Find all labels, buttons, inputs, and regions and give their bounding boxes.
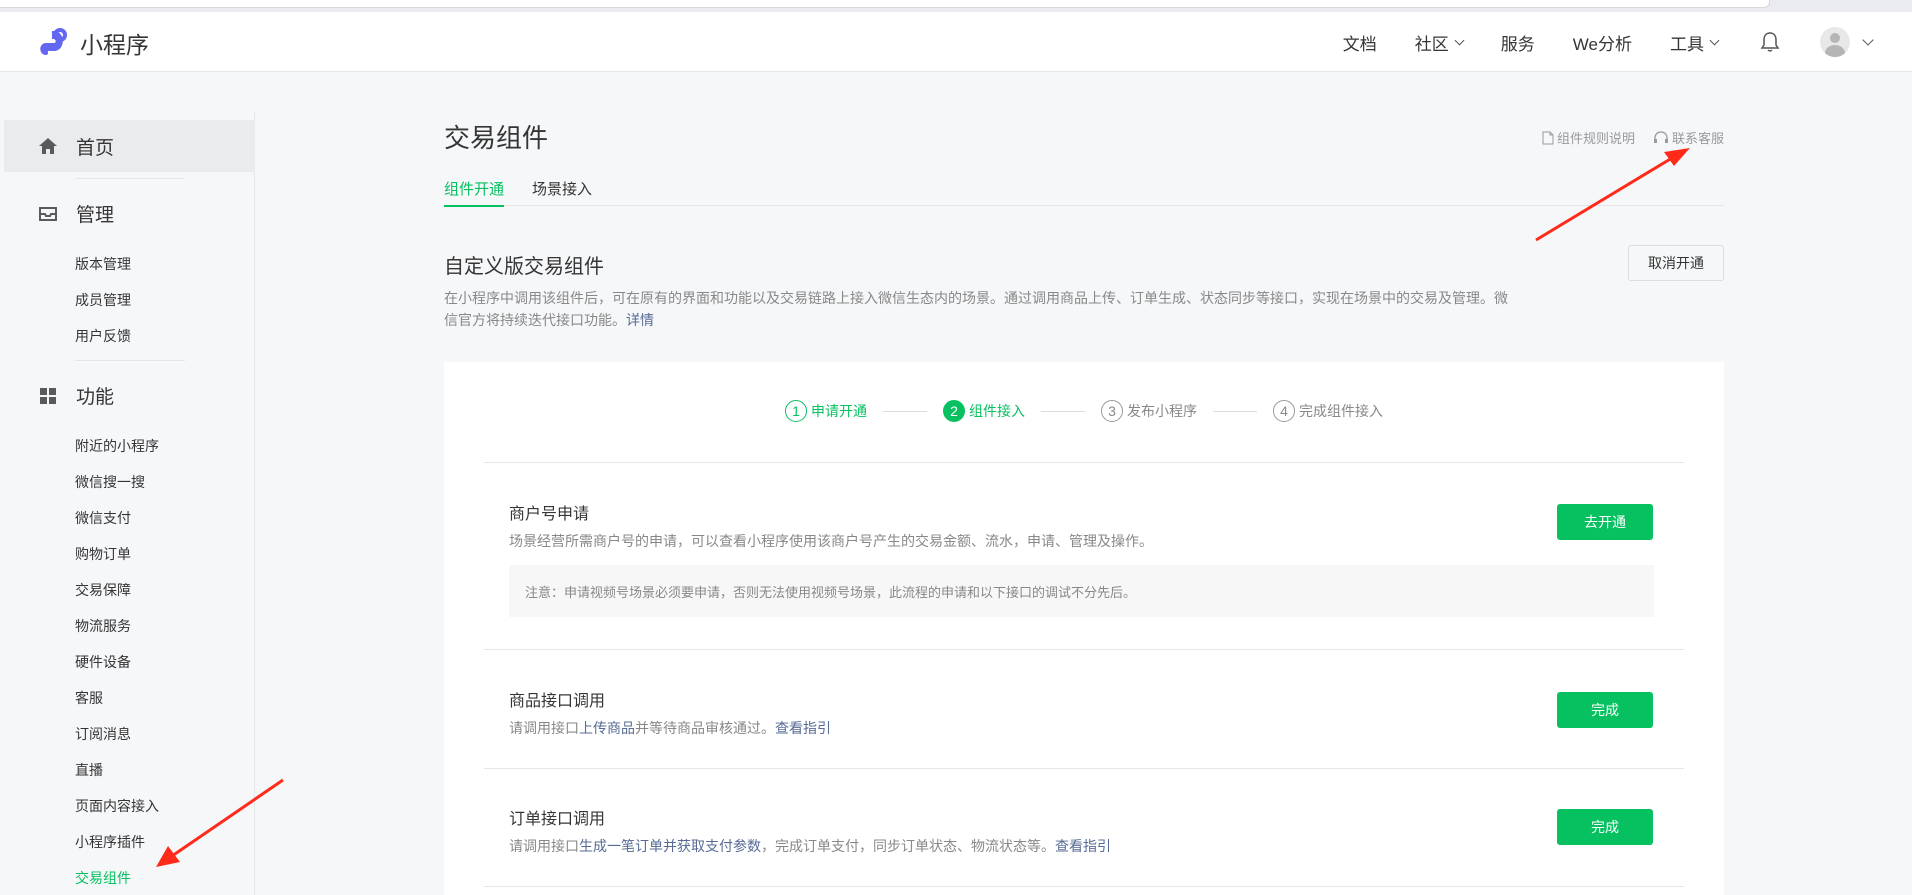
- sidebar-section-label: 管理: [76, 205, 115, 226]
- inbox-icon: [39, 206, 57, 221]
- create-order-link[interactable]: 生成一笔订单并获取支付参数: [579, 838, 761, 854]
- grid-icon: [40, 387, 56, 404]
- product-done-button[interactable]: 完成: [1557, 692, 1653, 728]
- sidebar-item-version[interactable]: 版本管理: [75, 254, 131, 274]
- tab-bar: 组件开通 场景接入: [444, 176, 1724, 207]
- step-connector: [1213, 410, 1257, 412]
- step-1: 1 申请开通: [785, 400, 867, 422]
- step-connector: [883, 410, 927, 412]
- sidebar-item-trade-component[interactable]: 交易组件: [75, 868, 131, 888]
- order-api-title: 订单接口调用: [509, 811, 606, 828]
- go-open-button[interactable]: 去开通: [1557, 504, 1653, 540]
- upload-product-link[interactable]: 上传商品: [579, 720, 635, 736]
- sidebar-item-live[interactable]: 直播: [75, 760, 103, 780]
- sidebar-item-members[interactable]: 成员管理: [75, 290, 131, 310]
- sidebar-item-pay[interactable]: 微信支付: [75, 508, 131, 528]
- progress-steps: 1 申请开通 2 组件接入 3 发布小程序 4 完成组件接入: [444, 400, 1724, 422]
- product-api-desc: 请调用接口上传商品并等待商品审核通过。查看指引: [509, 720, 831, 736]
- brand-logo[interactable]: 小程序: [38, 26, 149, 60]
- section-title: 自定义版交易组件: [444, 256, 604, 278]
- nav-docs[interactable]: 文档: [1343, 30, 1377, 55]
- view-guide-link[interactable]: 查看指引: [1055, 838, 1111, 854]
- tab-component-open[interactable]: 组件开通: [444, 178, 505, 207]
- sidebar-divider: [75, 178, 185, 179]
- support-link[interactable]: 联系客服: [1653, 128, 1724, 147]
- sidebar-item-feedback[interactable]: 用户反馈: [75, 326, 131, 346]
- cancel-activation-button[interactable]: 取消开通: [1628, 245, 1724, 281]
- page-title: 交易组件: [444, 123, 549, 153]
- step-connector: [1041, 410, 1085, 412]
- sidebar-section-features[interactable]: 功能: [38, 382, 114, 409]
- brand-name: 小程序: [80, 32, 149, 58]
- sidebar-item-plugins[interactable]: 小程序插件: [75, 832, 145, 852]
- step-4: 4 完成组件接入: [1273, 400, 1383, 422]
- home-icon: [39, 138, 57, 154]
- view-guide-link[interactable]: 查看指引: [775, 720, 831, 736]
- nav-services[interactable]: 服务: [1501, 30, 1535, 55]
- section-description: 在小程序中调用该组件后，可在原有的界面和功能以及交易链路上接入微信生态内的场景。…: [444, 290, 1508, 328]
- sidebar-item-hardware[interactable]: 硬件设备: [75, 652, 131, 672]
- nav-tools[interactable]: 工具: [1670, 30, 1720, 55]
- setup-card: 1 申请开通 2 组件接入 3 发布小程序 4 完成组件接入 商户号申请 场景经营所需商…: [444, 362, 1724, 895]
- sidebar-item-logistics[interactable]: 物流服务: [75, 616, 131, 636]
- top-links: 组件规则说明 联系客服: [1542, 128, 1724, 147]
- sidebar-item-search[interactable]: 微信搜一搜: [75, 472, 145, 492]
- bell-icon[interactable]: [1760, 31, 1780, 53]
- sidebar-section-label: 功能: [76, 387, 115, 408]
- sidebar-divider: [75, 360, 185, 361]
- browser-strip: [0, 0, 1912, 12]
- sidebar-item-subscription[interactable]: 订阅消息: [75, 724, 131, 744]
- top-nav: 文档 社区 服务 We分析 工具: [1305, 12, 1874, 72]
- nav-community[interactable]: 社区: [1415, 30, 1465, 55]
- sidebar-item-page-content[interactable]: 页面内容接入: [75, 796, 159, 816]
- top-header: 小程序 文档 社区 服务 We分析 工具: [0, 12, 1912, 72]
- sidebar-item-customer-service[interactable]: 客服: [75, 688, 103, 708]
- row-divider: [484, 886, 1684, 887]
- chevron-down-icon: [1709, 35, 1720, 45]
- row-divider: [484, 649, 1684, 650]
- user-avatar[interactable]: [1820, 27, 1850, 57]
- product-api-title: 商品接口调用: [509, 693, 606, 710]
- step-3: 3 发布小程序: [1101, 400, 1197, 422]
- tab-scene-access[interactable]: 场景接入: [532, 178, 592, 205]
- sidebar-item-home[interactable]: 首页: [4, 120, 255, 172]
- row-divider: [484, 462, 1684, 463]
- sidebar-item-orders[interactable]: 购物订单: [75, 544, 131, 564]
- account-chevron-down-icon[interactable]: [1862, 33, 1874, 46]
- headset-icon: [1653, 130, 1668, 143]
- order-api-desc: 请调用接口生成一笔订单并获取支付参数，完成订单支付，同步订单状态、物流状态等。查…: [509, 838, 1111, 854]
- chevron-down-icon: [1454, 35, 1465, 45]
- sidebar-home-label: 首页: [76, 137, 115, 159]
- merchant-note: 注意：申请视频号场景必须要申请，否则无法使用视频号场景，此流程的申请和以下接口的…: [509, 565, 1654, 617]
- details-link[interactable]: 详情: [626, 312, 654, 328]
- rules-link[interactable]: 组件规则说明: [1542, 128, 1635, 147]
- sidebar-item-guarantee[interactable]: 交易保障: [75, 580, 131, 600]
- row-divider: [484, 768, 1684, 769]
- miniprogram-logo-icon: [40, 28, 67, 55]
- order-done-button[interactable]: 完成: [1557, 809, 1653, 845]
- step-2: 2 组件接入: [943, 400, 1025, 422]
- browser-url-bar[interactable]: [0, 0, 1770, 8]
- sidebar-item-nearby[interactable]: 附近的小程序: [75, 436, 159, 456]
- sidebar: 首页 管理 版本管理 成员管理 用户反馈 功能 附近的小程序 微信搜一搜 微信支…: [0, 112, 255, 895]
- merchant-item-title: 商户号申请: [509, 506, 590, 523]
- sidebar-section-manage[interactable]: 管理: [38, 200, 114, 227]
- document-icon: [1542, 131, 1554, 144]
- merchant-item-desc: 场景经营所需商户号的申请，可以查看小程序使用该商户号产生的交易金额、流水，申请、…: [509, 533, 1153, 549]
- nav-we-analytics[interactable]: We分析: [1573, 30, 1632, 55]
